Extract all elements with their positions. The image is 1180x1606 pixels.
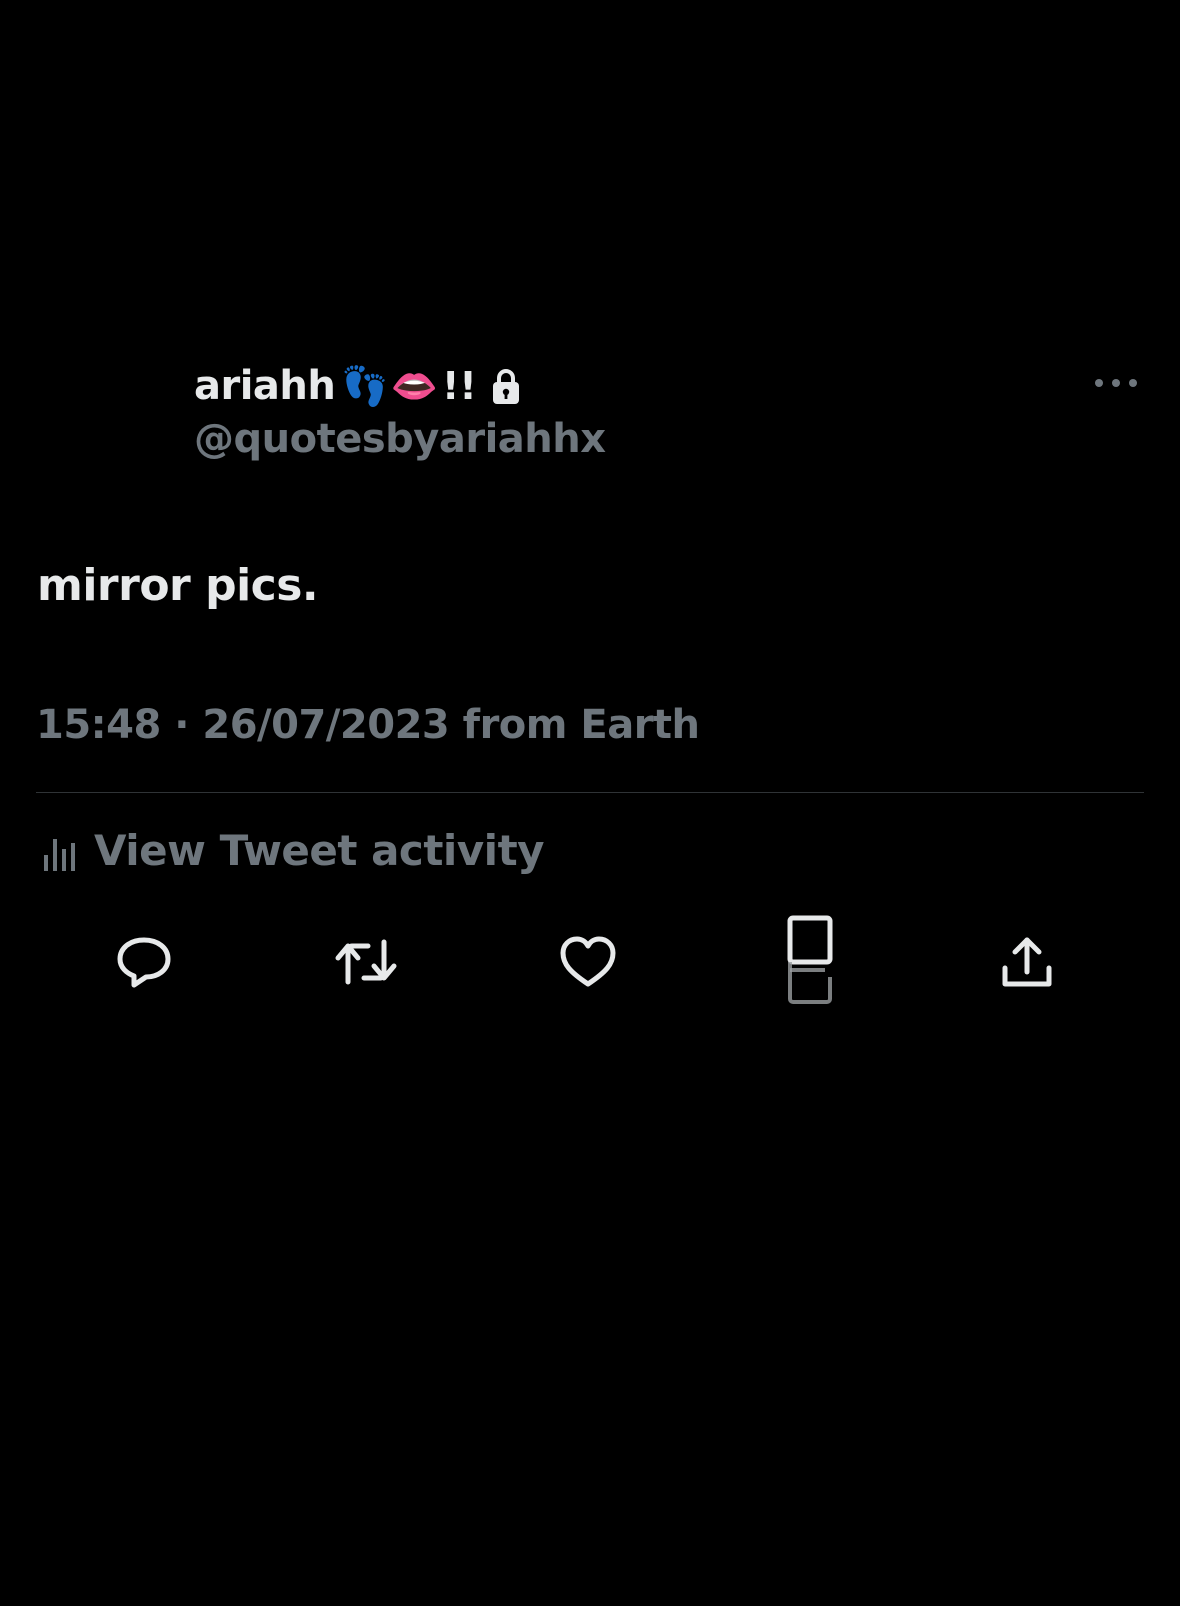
tweet-timestamp[interactable]: 15:48 · 26/07/2023 from Earth [36, 702, 700, 748]
reply-button[interactable] [112, 930, 176, 994]
tweet-text: mirror pics. [37, 560, 319, 611]
analytics-icon [44, 838, 75, 871]
display-name-emoji: 👣 👄 !! [341, 364, 476, 408]
user-handle[interactable]: @quotesbyariahhx [194, 416, 606, 462]
divider [36, 792, 1144, 793]
lock-icon [492, 369, 519, 404]
retweet-button[interactable] [334, 930, 398, 994]
tweet-author: ariahh 👣 👄 !! @quotesbyariahhx [194, 358, 606, 462]
like-button[interactable] [556, 930, 620, 994]
share-button[interactable] [995, 930, 1059, 994]
display-name[interactable]: ariahh [194, 363, 336, 409]
view-tweet-activity-link[interactable]: View Tweet activity [42, 826, 545, 875]
footprints-emoji: 👣 [341, 364, 389, 408]
tweet-detail-view: ariahh 👣 👄 !! @quotesbyariahhx mirror pi… [0, 0, 1180, 1606]
display-name-row: ariahh 👣 👄 !! [194, 358, 606, 414]
lips-emoji: 👄 [390, 364, 439, 408]
display-name-suffix: !! [442, 364, 477, 408]
heart-icon [560, 936, 616, 987]
more-icon[interactable] [1094, 376, 1138, 390]
reply-icon [117, 937, 171, 988]
share-icon [1002, 937, 1052, 987]
bookmark-button[interactable] [778, 915, 842, 1004]
retweet-icon [335, 939, 397, 985]
bookmark-icon [787, 915, 833, 1004]
view-tweet-activity-label: View Tweet activity [94, 826, 545, 875]
